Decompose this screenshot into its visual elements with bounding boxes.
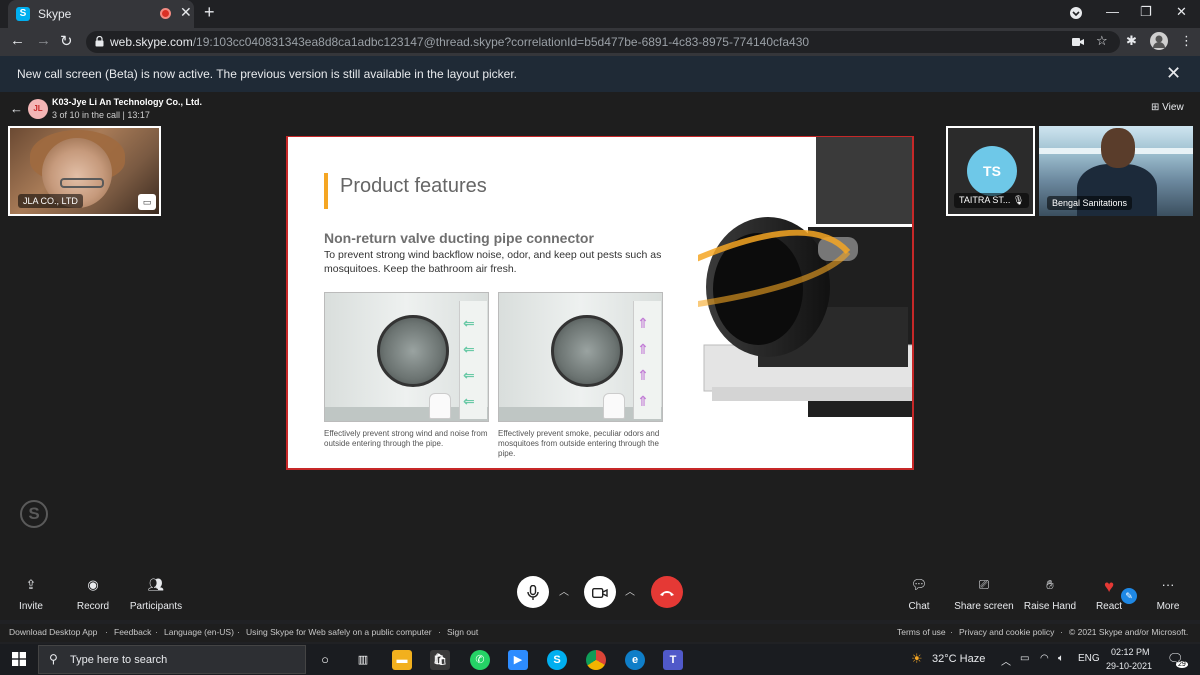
muted-mic-icon: 🎙︎	[1012, 195, 1025, 205]
task-view-icon[interactable]: ▥	[353, 650, 373, 670]
search-placeholder: Type here to search	[70, 654, 168, 666]
skype-logo-icon: S	[20, 500, 48, 528]
weather-text[interactable]: 32°C Haze	[932, 653, 985, 665]
search-icon: ⚲	[49, 652, 58, 666]
end-call-button[interactable]	[651, 576, 683, 608]
show-hidden-icons-icon[interactable]: ︿	[1001, 653, 1011, 668]
bookmark-star-icon[interactable]: ☆	[1096, 33, 1108, 49]
windows-start-icon[interactable]	[12, 652, 26, 666]
notification-count: 29	[1176, 661, 1188, 668]
caption-left: Effectively prevent strong wind and nois…	[324, 429, 488, 448]
participants-icon: 👥︎	[147, 577, 165, 592]
banner-message: New call screen (Beta) is now active. Th…	[17, 67, 518, 81]
mic-options-chevron-icon[interactable]: ︿	[559, 583, 569, 598]
more-dots-icon: ···	[1161, 577, 1175, 592]
clock-time[interactable]: 02:12 PM	[1111, 647, 1150, 657]
close-window-icon[interactable]: ✕	[1176, 4, 1187, 20]
participant-name: Bengal Sanitations	[1047, 196, 1133, 210]
camera-options-chevron-icon[interactable]: ︿	[625, 583, 635, 598]
copyright-text: © 2021 Skype and/or Microsoft.	[1069, 627, 1189, 637]
microphone-icon	[527, 585, 539, 601]
call-status: 3 of 10 in the call | 13:17	[52, 110, 150, 120]
beta-notice-banner: New call screen (Beta) is now active. Th…	[0, 56, 1200, 92]
address-bar[interactable]: web.skype.com/19:103cc040831343ea8d8ca1a…	[86, 31, 1120, 53]
lock-icon	[95, 36, 104, 47]
hang-up-icon	[660, 591, 674, 597]
close-banner-icon[interactable]: ✕	[1166, 63, 1181, 84]
slide-title: Product features	[340, 175, 487, 197]
safety-link[interactable]: Using Skype for Web safely on a public c…	[246, 627, 432, 637]
weather-icon: ☀	[911, 651, 923, 666]
skype-taskbar-icon[interactable]: S	[547, 650, 567, 670]
recording-indicator-icon	[160, 8, 171, 19]
call-title[interactable]: K03-Jye Li An Technology Co., Ltd.	[52, 97, 202, 107]
slide-description: To prevent strong wind backflow noise, o…	[324, 249, 662, 275]
skype-favicon-icon: S	[16, 7, 30, 21]
camera-in-use-icon[interactable]	[1072, 35, 1084, 50]
reload-icon[interactable]: ↻	[60, 32, 73, 50]
participant-video	[1101, 128, 1135, 168]
chrome-icon[interactable]	[586, 650, 606, 670]
teams-icon[interactable]: T	[663, 650, 683, 670]
cortana-icon[interactable]: ○	[315, 650, 335, 670]
extensions-icon[interactable]: ✱	[1126, 33, 1137, 49]
shared-screen-slide: Product features Non-return valve ductin…	[286, 136, 914, 470]
privacy-link[interactable]: Privacy and cookie policy	[959, 627, 1054, 637]
participant-name: TAITRA ST... 🎙︎	[954, 193, 1030, 208]
store-icon[interactable]: 🛍︎	[430, 650, 450, 670]
profile-avatar[interactable]	[1150, 32, 1168, 53]
more-button[interactable]: ··· More	[1128, 577, 1200, 612]
illustration-wind: ⇐ ⇐ ⇐ ⇐	[324, 292, 489, 422]
view-layout-button[interactable]: ⊞ View	[1151, 102, 1184, 113]
file-explorer-icon[interactable]: ▬	[392, 650, 412, 670]
title-accent-bar	[324, 173, 328, 209]
fan-product-image	[698, 217, 912, 417]
url-text: web.skype.com/19:103cc040831343ea8d8ca1a…	[110, 35, 810, 49]
browser-tab-strip: S Skype ✕ + — ❐ ✕	[0, 0, 1200, 28]
caption-right: Effectively prevent smoke, peculiar odor…	[498, 429, 660, 458]
maximize-window-icon[interactable]: ❐	[1140, 4, 1152, 20]
zoom-icon[interactable]: ▶	[508, 650, 528, 670]
participant-tile-taitra[interactable]: TS TAITRA ST... 🎙︎	[946, 126, 1035, 216]
edge-icon[interactable]: e	[625, 650, 645, 670]
group-avatar: JL	[28, 99, 48, 119]
clock-date[interactable]: 29-10-2021	[1106, 661, 1152, 671]
grid-icon: ⊞	[1151, 102, 1160, 113]
illustration-odor: ⇑ ⇑ ⇑ ⇑	[498, 292, 663, 422]
feedback-link[interactable]: Feedback	[114, 627, 151, 637]
sign-out-link[interactable]: Sign out	[447, 627, 478, 637]
slide-subtitle: Non-return valve ducting pipe connector	[324, 230, 594, 246]
input-language[interactable]: ENG	[1078, 653, 1100, 664]
microphone-button[interactable]	[517, 576, 549, 608]
participant-tile-bengal[interactable]: Bengal Sanitations	[1039, 126, 1193, 216]
download-desktop-link[interactable]: Download Desktop App	[9, 627, 97, 637]
participant-name: JLA CO., LTD	[18, 194, 83, 208]
windows-taskbar: ⚲ Type here to search ○ ▥ ▬ 🛍︎ ✆ ▶ S e T…	[0, 644, 1200, 675]
browser-tab[interactable]: S Skype ✕	[8, 0, 194, 28]
wifi-icon[interactable]: ◠	[1040, 653, 1049, 664]
volume-icon[interactable]: 🔈︎	[1058, 653, 1064, 664]
video-camera-icon	[591, 588, 608, 599]
terms-link[interactable]: Terms of use	[897, 627, 946, 637]
whatsapp-icon[interactable]: ✆	[470, 650, 490, 670]
back-arrow-icon[interactable]: ←	[10, 101, 23, 116]
participant-tile-jla[interactable]: JLA CO., LTD ▭	[8, 126, 161, 216]
tab-title: Skype	[38, 7, 72, 21]
profile-menu-icon[interactable]	[1069, 6, 1083, 23]
language-link[interactable]: Language (en-US)	[164, 627, 234, 637]
participant-initials-avatar: TS	[967, 146, 1017, 196]
taskbar-search-box[interactable]: ⚲ Type here to search	[38, 645, 306, 674]
skype-footer: Download Desktop App · Feedback · Langua…	[0, 624, 1200, 642]
browser-menu-icon[interactable]: ⋮	[1180, 33, 1193, 49]
minimize-window-icon[interactable]: —	[1106, 4, 1119, 19]
forward-arrow-icon[interactable]: →	[36, 32, 51, 49]
screen-share-icon: ▭	[138, 194, 156, 210]
participants-button[interactable]: 👥︎ Participants	[116, 577, 196, 612]
new-tab-icon[interactable]: +	[204, 2, 215, 23]
browser-toolbar: ← → ↻ web.skype.com/19:103cc040831343ea8…	[0, 28, 1200, 56]
camera-button[interactable]	[584, 576, 616, 608]
back-arrow-icon[interactable]: ←	[10, 32, 25, 49]
close-tab-icon[interactable]: ✕	[180, 4, 192, 21]
battery-icon[interactable]: ▭	[1020, 653, 1029, 664]
